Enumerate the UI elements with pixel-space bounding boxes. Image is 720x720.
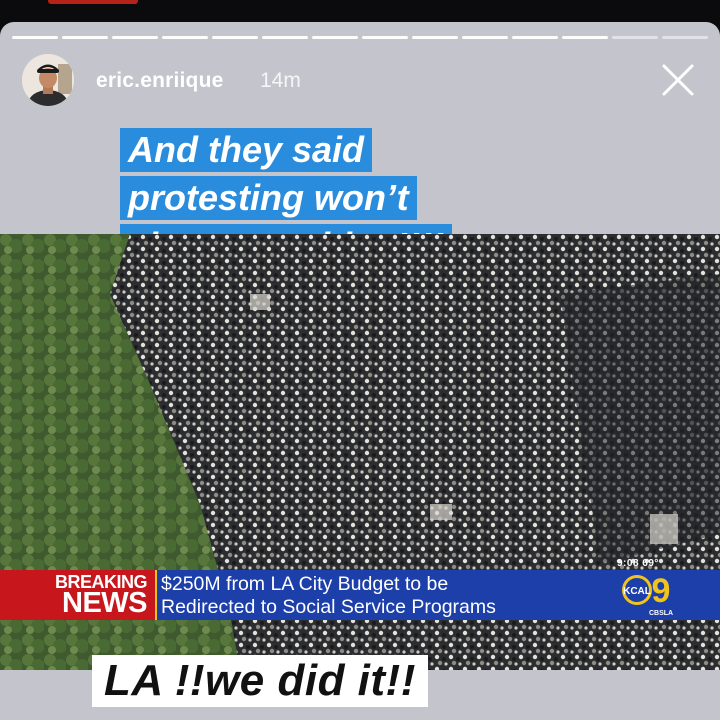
close-icon[interactable] bbox=[658, 60, 698, 100]
news-video-frame[interactable]: 9:08 69° BREAKING NEWS $250M from LA Cit… bbox=[0, 234, 720, 670]
progress-segment bbox=[562, 36, 608, 39]
status-indicator bbox=[48, 0, 138, 4]
caption-line: And they said bbox=[120, 128, 373, 172]
news-chyron: 9:08 69° BREAKING NEWS $250M from LA Cit… bbox=[0, 558, 720, 620]
progress-segment bbox=[512, 36, 558, 39]
story-header: eric.enriique 14m bbox=[22, 54, 698, 108]
progress-segment bbox=[262, 36, 308, 39]
breaking-news-label: BREAKING NEWS bbox=[0, 570, 155, 620]
avatar[interactable] bbox=[22, 54, 74, 106]
progress-segment bbox=[662, 36, 708, 39]
status-strip bbox=[0, 0, 720, 24]
caption-bottom-text: LA !!we did it!! bbox=[104, 656, 416, 705]
progress-segment bbox=[12, 36, 58, 39]
station-logo: KCAL 9 CBSLA bbox=[622, 572, 673, 617]
progress-segment bbox=[312, 36, 358, 39]
progress-segment bbox=[162, 36, 208, 39]
story-viewer[interactable]: eric.enriique 14m And they said protesti… bbox=[0, 22, 720, 720]
progress-segment bbox=[62, 36, 108, 39]
headline-line-2: Redirected to Social Service Programs bbox=[161, 596, 496, 618]
news-label: NEWS bbox=[62, 587, 148, 619]
progress-segment bbox=[112, 36, 158, 39]
progress-segment bbox=[412, 36, 458, 39]
story-username[interactable]: eric.enriique bbox=[96, 69, 223, 93]
avatar-image bbox=[22, 54, 74, 106]
progress-segment bbox=[612, 36, 658, 39]
headline-line-1: $250M from LA City Budget to be bbox=[161, 573, 449, 595]
time-temperature: 9:08 69° bbox=[617, 558, 659, 569]
station-handle: CBSLA bbox=[649, 610, 673, 617]
story-caption-bottom: LA !!we did it!! bbox=[92, 655, 428, 707]
story-progress-bar bbox=[12, 36, 708, 39]
story-timestamp: 14m bbox=[260, 69, 301, 92]
news-headline: $250M from LA City Budget to be Redirect… bbox=[155, 570, 720, 620]
caption-line: protesting won’t bbox=[120, 176, 417, 220]
progress-segment bbox=[362, 36, 408, 39]
station-logo-text: KCAL bbox=[623, 586, 651, 597]
progress-segment bbox=[212, 36, 258, 39]
progress-segment bbox=[462, 36, 508, 39]
station-number: 9 bbox=[652, 572, 671, 610]
